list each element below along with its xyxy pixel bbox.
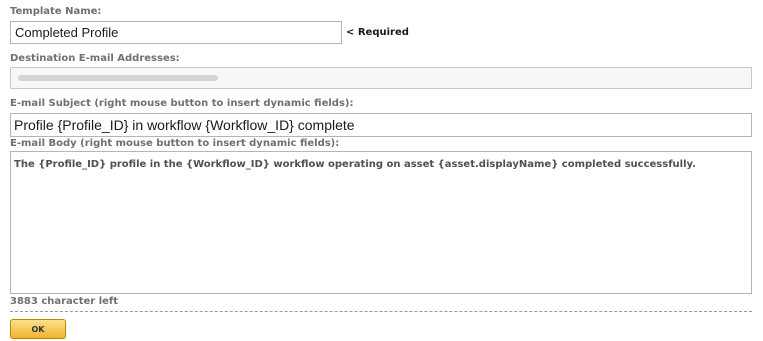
ok-button[interactable]: OK (10, 319, 66, 339)
email-body-label: E-mail Body (right mouse button to inser… (10, 138, 340, 149)
redacted-email-blur (18, 75, 218, 81)
template-name-input[interactable] (10, 21, 342, 44)
template-name-label: Template Name: (10, 6, 102, 17)
email-subject-input[interactable] (10, 113, 752, 137)
characters-left-counter: 3883 character left (10, 296, 119, 307)
email-body-textarea[interactable]: The {Profile_ID} profile in the {Workflo… (10, 151, 752, 294)
email-subject-label: E-mail Subject (right mouse button to in… (10, 98, 354, 109)
required-indicator: < Required (346, 27, 409, 38)
dashed-divider (10, 311, 752, 312)
destination-email-label: Destination E-mail Addresses: (10, 53, 180, 64)
